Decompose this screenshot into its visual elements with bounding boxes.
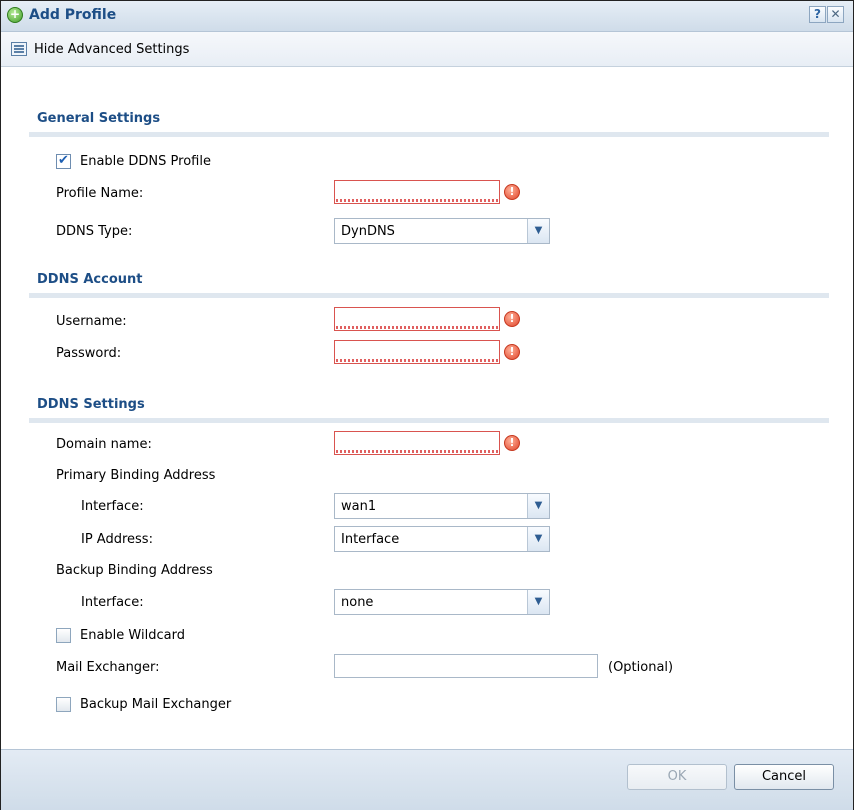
backup-interface-select[interactable]: none ▼ (334, 589, 550, 615)
backup-mail-exchanger-label: Backup Mail Exchanger (80, 697, 232, 712)
username-label: Username: (56, 314, 127, 329)
password-input[interactable] (334, 340, 500, 364)
add-profile-dialog: + Add Profile ? ✕ Hide Advanced Settings… (0, 0, 854, 810)
mail-exchanger-input[interactable] (334, 654, 598, 678)
enable-ddns-profile-label: Enable DDNS Profile (80, 154, 211, 169)
enable-wildcard-checkbox[interactable] (56, 628, 71, 643)
backup-interface-label: Interface: (81, 595, 144, 610)
dialog-footer: OK Cancel (1, 749, 853, 810)
error-icon: ! (504, 184, 520, 200)
dialog-titlebar: + Add Profile ? ✕ (1, 1, 853, 32)
ddns-type-select[interactable]: DynDNS ▼ (334, 218, 550, 244)
close-icon[interactable]: ✕ (827, 6, 844, 23)
error-icon: ! (504, 435, 520, 451)
general-settings-title: General Settings (37, 111, 161, 126)
cancel-button[interactable]: Cancel (734, 764, 834, 790)
mail-exchanger-label: Mail Exchanger: (56, 660, 160, 675)
section-divider (29, 132, 829, 137)
add-icon: + (7, 7, 23, 23)
backup-interface-value: none (341, 595, 374, 610)
section-divider (29, 418, 829, 423)
primary-interface-select[interactable]: wan1 ▼ (334, 493, 550, 519)
hide-advanced-settings-label: Hide Advanced Settings (34, 41, 190, 57)
help-icon[interactable]: ? (809, 6, 826, 23)
primary-ip-address-select[interactable]: Interface ▼ (334, 526, 550, 552)
domain-name-input[interactable] (334, 431, 500, 455)
primary-interface-value: wan1 (341, 499, 377, 514)
primary-ip-address-value: Interface (341, 532, 400, 547)
error-icon: ! (504, 311, 520, 327)
section-divider (29, 293, 829, 298)
primary-ip-address-label: IP Address: (81, 532, 153, 547)
enable-wildcard-label: Enable Wildcard (80, 628, 185, 643)
profile-name-label: Profile Name: (56, 186, 144, 201)
primary-interface-label: Interface: (81, 499, 144, 514)
dialog-title: Add Profile (29, 7, 117, 23)
domain-name-label: Domain name: (56, 437, 152, 452)
chevron-down-icon[interactable]: ▼ (527, 590, 549, 614)
list-icon (11, 42, 27, 56)
ddns-type-label: DDNS Type: (56, 224, 133, 239)
username-input[interactable] (334, 307, 500, 331)
ddns-settings-title: DDNS Settings (37, 397, 145, 412)
ddns-type-value: DynDNS (341, 224, 395, 239)
optional-hint: (Optional) (608, 660, 674, 675)
ok-button[interactable]: OK (627, 764, 727, 790)
hide-advanced-settings-button[interactable]: Hide Advanced Settings (11, 39, 189, 59)
chevron-down-icon[interactable]: ▼ (527, 494, 549, 518)
backup-mail-exchanger-checkbox[interactable] (56, 697, 71, 712)
enable-ddns-profile-checkbox[interactable] (56, 153, 71, 169)
chevron-down-icon[interactable]: ▼ (527, 527, 549, 551)
profile-name-input[interactable] (334, 180, 500, 204)
chevron-down-icon[interactable]: ▼ (527, 219, 549, 243)
primary-binding-address-label: Primary Binding Address (56, 468, 216, 483)
ddns-account-title: DDNS Account (37, 272, 143, 287)
dialog-toolbar: Hide Advanced Settings (1, 32, 853, 67)
password-label: Password: (56, 346, 122, 361)
backup-binding-address-label: Backup Binding Address (56, 563, 213, 578)
error-icon: ! (504, 344, 520, 360)
